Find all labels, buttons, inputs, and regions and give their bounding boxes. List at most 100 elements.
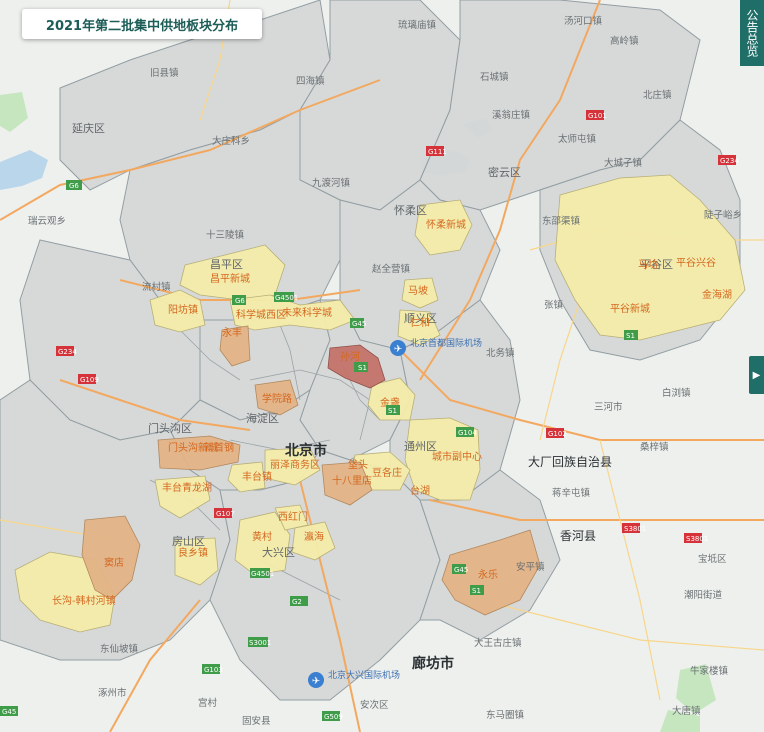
svg-text:安平镇: 安平镇	[516, 561, 545, 573]
svg-text:十八里店: 十八里店	[332, 474, 372, 487]
svg-text:溪翁庄镇: 溪翁庄镇	[492, 109, 531, 121]
svg-text:宝坻区: 宝坻区	[698, 553, 727, 565]
svg-text:昌平区: 昌平区	[210, 258, 243, 271]
svg-text:张镇: 张镇	[544, 299, 564, 311]
svg-text:潮阳街道: 潮阳街道	[684, 589, 723, 601]
svg-text:延庆区: 延庆区	[72, 121, 105, 135]
svg-text:平谷兴谷: 平谷兴谷	[676, 257, 716, 269]
svg-text:金海湖: 金海湖	[702, 288, 732, 301]
svg-text:G103: G103	[204, 666, 223, 674]
svg-text:G234: G234	[58, 348, 77, 356]
svg-text:密云区: 密云区	[488, 165, 521, 179]
city-label: 香河县	[560, 529, 596, 543]
svg-text:怀柔新城: 怀柔新城	[426, 218, 466, 231]
svg-text:汤河口镇: 汤河口镇	[564, 15, 603, 27]
svg-text:S1: S1	[472, 587, 481, 595]
svg-text:未来科学城: 未来科学城	[282, 306, 332, 319]
svg-text:旧县镇: 旧县镇	[150, 67, 179, 79]
svg-text:良乡镇: 良乡镇	[178, 546, 208, 559]
svg-text:瑞云观乡: 瑞云观乡	[28, 215, 66, 227]
svg-text:G101: G101	[588, 112, 607, 120]
map-title: 2021年第二批集中供地板块分布	[22, 9, 262, 39]
svg-text:G4501: G4501	[275, 294, 298, 302]
svg-text:G234: G234	[720, 157, 739, 165]
svg-text:赵全营镇: 赵全营镇	[372, 263, 411, 275]
svg-text:长沟-韩村河镇: 长沟-韩村河镇	[52, 594, 116, 607]
svg-text:仁和: 仁和	[410, 317, 430, 329]
svg-text:孙河: 孙河	[340, 350, 360, 363]
svg-text:科学城西区: 科学城西区	[236, 308, 286, 321]
svg-text:大王古庄镇: 大王古庄镇	[474, 637, 522, 649]
svg-text:马坡: 马坡	[408, 284, 428, 297]
svg-text:丽泽商务区: 丽泽商务区	[270, 458, 320, 471]
svg-text:S1: S1	[626, 332, 635, 340]
svg-text:十三陵镇: 十三陵镇	[206, 229, 245, 241]
svg-text:丰台镇: 丰台镇	[242, 470, 272, 483]
svg-text:G6: G6	[69, 182, 79, 190]
svg-text:白浏镇: 白浏镇	[662, 387, 691, 399]
svg-text:琉璃庙镇: 琉璃庙镇	[398, 19, 437, 31]
collapse-panel-icon[interactable]: ▶	[749, 356, 764, 394]
svg-text:大唐镇: 大唐镇	[672, 705, 701, 717]
svg-text:西红门: 西红门	[278, 510, 308, 523]
svg-text:蒋辛屯镇: 蒋辛屯镇	[552, 487, 591, 499]
svg-text:G111: G111	[428, 148, 447, 156]
svg-text:G102: G102	[548, 430, 567, 438]
svg-text:三河市: 三河市	[594, 401, 623, 413]
svg-text:安次区: 安次区	[360, 699, 389, 711]
svg-text:台湖: 台湖	[410, 484, 430, 497]
land-supply-map[interactable]: ✈ ✈ 北京市 廊坊市 大厂回族自治县 香河县 延庆区 怀柔区 密云区 昌平区 …	[0, 0, 764, 732]
svg-text:房山区: 房山区	[172, 535, 205, 548]
svg-text:涿州市: 涿州市	[98, 687, 127, 699]
svg-text:东仙坡镇: 东仙坡镇	[100, 643, 139, 655]
svg-text:阳坊镇: 阳坊镇	[168, 303, 198, 316]
svg-text:G104: G104	[458, 429, 477, 437]
svg-text:北务镇: 北务镇	[486, 347, 515, 359]
svg-text:昌平新城: 昌平新城	[210, 272, 250, 285]
svg-text:宫村: 宫村	[198, 697, 218, 709]
svg-text:东邵渠镇: 东邵渠镇	[542, 215, 581, 227]
svg-text:S3001: S3001	[249, 639, 271, 647]
svg-text:G45: G45	[454, 566, 468, 574]
svg-text:丰台青龙湖: 丰台青龙湖	[162, 481, 212, 494]
svg-text:平谷新城: 平谷新城	[610, 302, 650, 315]
svg-text:S1: S1	[358, 364, 367, 372]
svg-text:九渡河镇: 九渡河镇	[312, 177, 351, 189]
svg-text:G107: G107	[216, 510, 235, 518]
svg-text:✈: ✈	[394, 344, 402, 355]
svg-text:豆各庄: 豆各庄	[372, 466, 402, 479]
svg-text:北庄镇: 北庄镇	[643, 89, 672, 101]
svg-text:G45: G45	[352, 320, 366, 328]
announcement-overview-tab[interactable]: 公告总览	[740, 0, 764, 66]
svg-text:S3801: S3801	[686, 535, 708, 543]
svg-text:G2: G2	[292, 598, 302, 606]
svg-text:陡子峪乡: 陡子峪乡	[704, 209, 742, 221]
svg-text:牛家楼镇: 牛家楼镇	[690, 665, 729, 677]
city-label: 北京市	[285, 442, 327, 459]
svg-text:✈: ✈	[312, 676, 320, 687]
svg-text:高岭镇: 高岭镇	[610, 35, 639, 47]
svg-text:G6: G6	[235, 297, 245, 305]
svg-text:大城子镇: 大城子镇	[604, 157, 643, 169]
svg-text:东马圈镇: 东马圈镇	[486, 709, 525, 721]
city-label: 大厂回族自治县	[528, 455, 612, 469]
svg-text:怀柔区: 怀柔区	[394, 204, 427, 217]
svg-text:四海镇: 四海镇	[296, 75, 325, 87]
svg-text:G4501: G4501	[251, 570, 274, 578]
svg-text:S1: S1	[388, 407, 397, 415]
svg-text:黄村: 黄村	[252, 530, 272, 543]
svg-text:海淀区: 海淀区	[246, 411, 279, 425]
svg-text:桑梓镇: 桑梓镇	[640, 441, 669, 453]
svg-text:大庄科乡: 大庄科乡	[212, 135, 250, 147]
svg-text:学院路: 学院路	[262, 392, 292, 405]
svg-text:石城镇: 石城镇	[480, 71, 509, 83]
svg-text:G45: G45	[2, 708, 16, 716]
city-label: 廊坊市	[412, 655, 454, 672]
svg-text:G509: G509	[324, 713, 343, 721]
svg-text:G109: G109	[80, 376, 99, 384]
svg-text:瀛海: 瀛海	[304, 530, 324, 543]
svg-text:流村镇: 流村镇	[142, 281, 171, 293]
svg-text:北京首都国际机场: 北京首都国际机场	[410, 337, 482, 349]
svg-text:马坊: 马坊	[638, 258, 658, 271]
svg-text:S3801: S3801	[624, 525, 646, 533]
